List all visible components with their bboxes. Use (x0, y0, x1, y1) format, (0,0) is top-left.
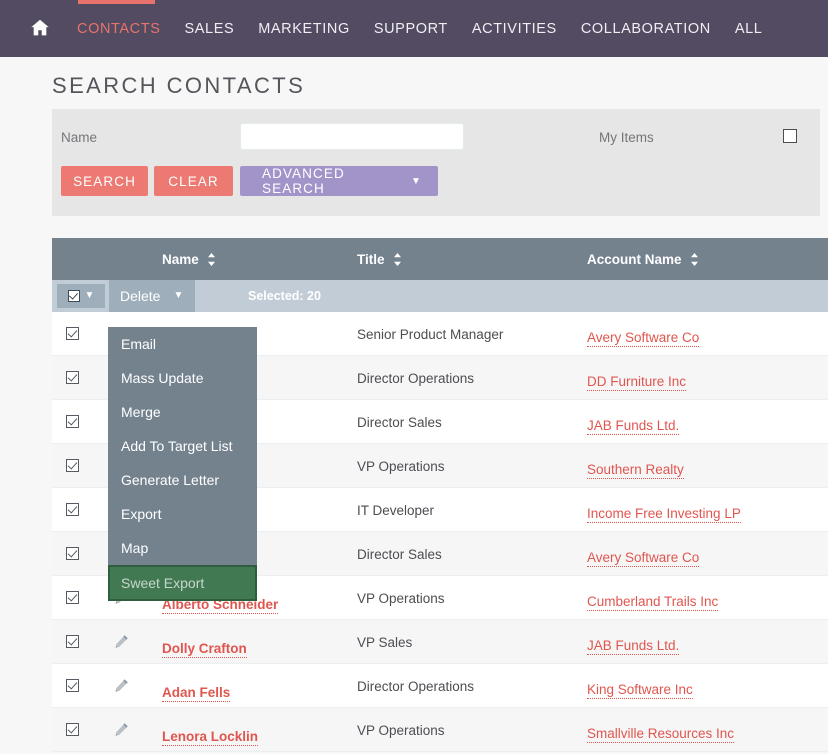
edit-pencil-icon[interactable] (114, 678, 129, 693)
search-panel: Name My Items SEARCH CLEAR ADVANCED SEAR… (52, 109, 820, 216)
account-name-link[interactable]: King Software Inc (587, 673, 693, 699)
contact-name-link[interactable]: Dolly Crafton (162, 629, 247, 658)
advanced-search-label: ADVANCED SEARCH (262, 166, 345, 196)
contact-title-cell: IT Developer (357, 502, 435, 518)
name-label: Name (61, 130, 98, 145)
menu-item-export[interactable]: Export (108, 497, 257, 531)
advanced-search-button[interactable]: ADVANCED SEARCH ▼ (240, 166, 438, 196)
account-name-link[interactable]: JAB Funds Ltd. (587, 409, 680, 435)
nav-item-activities[interactable]: ACTIVITIES (472, 21, 557, 37)
bulk-action-bar: ▼ Delete ▼ Selected: 20 (52, 280, 828, 312)
selected-count-label: Selected: 20 (248, 289, 321, 303)
select-all-checkbox[interactable] (67, 290, 80, 302)
my-items-label: My Items (599, 130, 654, 145)
edit-pencil-icon[interactable] (114, 722, 129, 737)
menu-item-map[interactable]: Map (108, 531, 257, 565)
search-button[interactable]: SEARCH (61, 166, 148, 196)
column-header-account-name-label: Account Name (587, 251, 682, 267)
account-name-link[interactable]: DD Furniture Inc (587, 365, 687, 391)
nav-item-marketing[interactable]: MARKETING (258, 21, 350, 37)
contact-title-cell: Director Operations (357, 370, 475, 386)
top-navigation-bar: CONTACTS SALES MARKETING SUPPORT ACTIVITIES C… (0, 0, 828, 57)
row-checkbox[interactable] (66, 415, 79, 428)
menu-item-generate-letter[interactable]: Generate Letter (108, 463, 257, 497)
select-all-dropdown[interactable]: ▼ (57, 284, 105, 308)
contact-name-link[interactable]: Lenora Locklin (162, 717, 259, 746)
contact-title-cell: VP Operations (357, 722, 445, 738)
row-checkbox[interactable] (66, 723, 79, 736)
row-checkbox[interactable] (66, 327, 79, 340)
row-checkbox[interactable] (66, 679, 79, 692)
row-checkbox[interactable] (66, 547, 79, 560)
sort-updown-icon (690, 252, 699, 266)
bulk-action-dropdown-button[interactable]: Delete ▼ (109, 280, 195, 312)
contact-title-cell: VP Sales (357, 634, 413, 650)
table-row: Lenora Locklin VP Operations Smallville Re… (52, 708, 828, 752)
account-name-link[interactable]: Income Free Investing LP (587, 497, 741, 523)
nav-item-all[interactable]: ALL (735, 21, 763, 37)
table-header-row: Name Title Account Name (52, 238, 828, 280)
home-icon[interactable] (29, 17, 51, 39)
column-header-account-name[interactable]: Account Name (587, 238, 699, 280)
column-header-name-label: Name (162, 251, 199, 267)
table-row: Dolly Crafton VP Sales JAB Funds Ltd. (52, 620, 828, 664)
contact-title-cell: Director Sales (357, 414, 442, 430)
chevron-down-icon: ▼ (84, 290, 95, 301)
contact-title-cell: Director Operations (357, 678, 475, 694)
account-name-link[interactable]: Cumberland Trails Inc (587, 585, 719, 611)
my-items-checkbox[interactable] (783, 129, 797, 143)
column-header-title-label: Title (357, 251, 385, 267)
search-name-input[interactable] (240, 123, 464, 150)
menu-item-email[interactable]: Email (108, 327, 257, 361)
menu-item-mass-update[interactable]: Mass Update (108, 361, 257, 395)
clear-button[interactable]: CLEAR (154, 166, 233, 196)
nav-item-sales[interactable]: SALES (184, 21, 234, 37)
menu-item-merge[interactable]: Merge (108, 395, 257, 429)
top-nav-items: CONTACTS SALES MARKETING SUPPORT ACTIVITIES C… (77, 0, 786, 57)
row-checkbox[interactable] (66, 591, 79, 604)
account-name-link[interactable]: Avery Software Co (587, 541, 700, 567)
page-body: SEARCH CONTACTS Name My Items SEARCH CLE… (0, 57, 828, 754)
column-header-name[interactable]: Name (162, 238, 216, 280)
bulk-action-dropdown-menu: Email Mass Update Merge Add To Target List G… (108, 327, 257, 601)
contact-name-link[interactable]: Adan Fells (162, 673, 231, 702)
table-row: Adan Fells Director Operations King Softwa… (52, 664, 828, 708)
nav-item-contacts[interactable]: CONTACTS (77, 21, 160, 37)
account-name-link[interactable]: Smallville Resources Inc (587, 717, 735, 743)
contact-title-cell: VP Operations (357, 590, 445, 606)
sort-updown-icon (393, 252, 402, 266)
contact-title-cell: Senior Product Manager (357, 326, 504, 342)
row-checkbox[interactable] (66, 635, 79, 648)
chevron-down-icon: ▼ (411, 175, 422, 187)
account-name-link[interactable]: JAB Funds Ltd. (587, 629, 680, 655)
sort-updown-icon (207, 252, 216, 266)
edit-pencil-icon[interactable] (114, 634, 129, 649)
contact-title-cell: VP Operations (357, 458, 445, 474)
row-checkbox[interactable] (66, 503, 79, 516)
nav-item-collaboration[interactable]: COLLABORATION (581, 21, 711, 37)
bulk-action-label: Delete (120, 288, 161, 304)
chevron-down-icon: ▼ (173, 290, 184, 301)
contact-title-cell: Director Sales (357, 546, 442, 562)
account-name-link[interactable]: Southern Realty (587, 453, 684, 479)
menu-item-sweet-export[interactable]: Sweet Export (108, 565, 257, 601)
row-checkbox[interactable] (66, 459, 79, 472)
column-header-title[interactable]: Title (357, 238, 402, 280)
menu-item-add-to-target-list[interactable]: Add To Target List (108, 429, 257, 463)
nav-item-support[interactable]: SUPPORT (374, 21, 448, 37)
page-title: SEARCH CONTACTS (52, 73, 306, 98)
account-name-link[interactable]: Avery Software Co (587, 321, 700, 347)
row-checkbox[interactable] (66, 371, 79, 384)
